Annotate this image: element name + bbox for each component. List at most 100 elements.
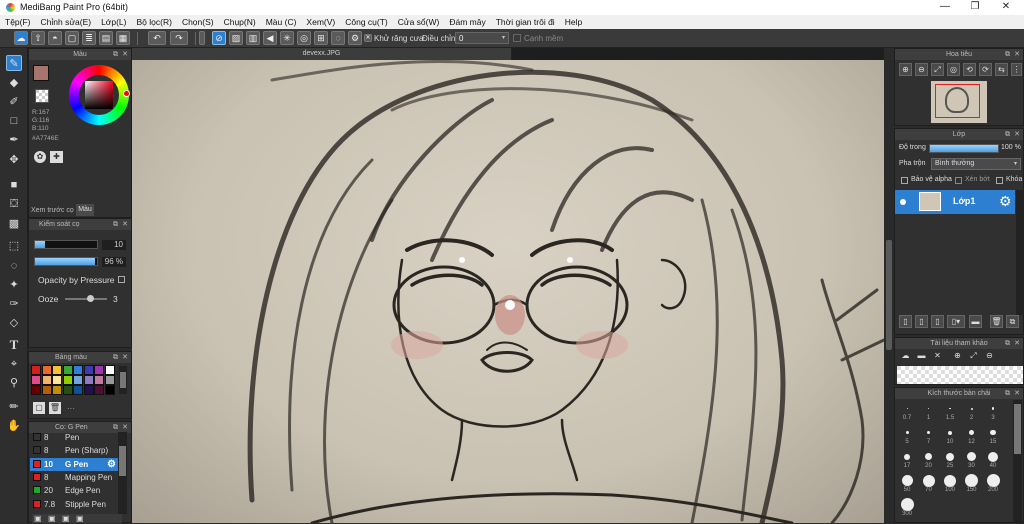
layer-scrollbar[interactable]	[1016, 190, 1024, 315]
brush-item[interactable]: 8 Mapping Pen	[30, 471, 118, 484]
close-icon[interactable]: ✕	[1014, 49, 1020, 60]
palette-more[interactable]: ···	[67, 404, 75, 413]
zoom-in-icon[interactable]: ⊕	[899, 63, 912, 76]
ooze-slider-knob[interactable]	[87, 295, 94, 302]
page-icon[interactable]: ▤	[99, 31, 113, 45]
brush-menu-icon[interactable]: ▣	[76, 514, 84, 523]
chat-icon[interactable]: ◓	[48, 31, 62, 45]
menu-tools[interactable]: Công cụ(T)	[340, 15, 393, 29]
palette-swatch[interactable]	[83, 375, 94, 385]
rect-icon[interactable]: □	[6, 113, 22, 129]
brush-size-value[interactable]: 10	[102, 240, 126, 250]
palette-swatch[interactable]	[83, 365, 94, 375]
layer-type-icon[interactable]: ▯▾	[947, 315, 965, 328]
duplicate-layer-icon[interactable]: ⧉	[1006, 315, 1019, 328]
menu-edit[interactable]: Chỉnh sửa(E)	[36, 15, 97, 29]
text-icon[interactable]: T	[6, 337, 22, 353]
brush-settings-icon[interactable]: ▣	[62, 514, 70, 523]
palette-swatch[interactable]	[83, 385, 94, 395]
brush-size-slider[interactable]	[34, 240, 98, 249]
color-mode-icon[interactable]: ✚	[50, 151, 63, 163]
brush-opacity-value[interactable]: 96 %	[102, 257, 126, 267]
palette-swatch[interactable]	[94, 385, 104, 395]
zoom-out-icon[interactable]: ⊖	[983, 350, 996, 363]
snap-radial-icon[interactable]: ✳	[280, 31, 294, 45]
upload-icon[interactable]: ⇧	[31, 31, 45, 45]
lasso-icon[interactable]: ◌	[6, 258, 22, 274]
bucket-icon[interactable]: ⛋	[6, 196, 22, 212]
blend-select[interactable]: Bình thường ▾	[931, 158, 1021, 170]
zoom-in-icon[interactable]: ⊕	[951, 350, 964, 363]
zoom-reset-icon[interactable]: ◎	[947, 63, 960, 76]
color-square[interactable]	[85, 81, 113, 109]
palette-swatch[interactable]	[52, 365, 62, 375]
hand-icon[interactable]: ✋	[6, 418, 22, 434]
menu-window[interactable]: Cửa sổ(W)	[393, 15, 445, 29]
brush-size-option[interactable]: 15	[983, 426, 1003, 448]
brush-item[interactable]: 8 Pen	[30, 431, 118, 444]
brush-size-option[interactable]: 12	[962, 426, 982, 448]
palette-swatch[interactable]	[73, 365, 83, 375]
dock-icon[interactable]: ⧉	[1005, 129, 1010, 140]
layer-opacity-slider[interactable]	[929, 144, 999, 153]
dock-icon[interactable]: ⧉	[1005, 388, 1010, 399]
brush-size-option[interactable]: 7	[919, 426, 939, 448]
close-icon[interactable]: ✕	[122, 49, 128, 60]
menu-file[interactable]: Tệp(F)	[0, 15, 36, 29]
visibility-icon[interactable]	[900, 199, 906, 205]
brush-size-option[interactable]: 50	[897, 474, 917, 496]
close-reference-icon[interactable]: ✕	[931, 350, 944, 363]
protect-alpha-checkbox[interactable]	[901, 177, 908, 184]
palette-swatch[interactable]	[104, 365, 115, 375]
palette-swatch[interactable]	[104, 385, 115, 395]
rotate-right-icon[interactable]: ⟳	[979, 63, 992, 76]
add-swatch-icon[interactable]: ▢	[33, 402, 45, 414]
brush-size-option[interactable]: 200	[983, 474, 1003, 496]
menu-capture[interactable]: Chụp(N)	[219, 15, 261, 29]
canvas[interactable]	[132, 60, 884, 523]
snap-curve-icon[interactable]: ⊞	[314, 31, 328, 45]
background-color[interactable]	[35, 89, 49, 103]
brush-size-option[interactable]: 25	[940, 450, 960, 472]
zoom-out-icon[interactable]: ⊖	[915, 63, 928, 76]
operation-icon[interactable]: ⌖	[6, 356, 22, 372]
brush-size-option[interactable]: 30	[962, 450, 982, 472]
fill-rect-icon[interactable]: ■	[6, 177, 22, 193]
handle-icon[interactable]	[199, 31, 205, 45]
cloud-download-icon[interactable]: ☁	[899, 350, 912, 363]
new-layer2-icon[interactable]: ▯	[915, 315, 928, 328]
layer-row[interactable]: Lớp1 ⚙	[895, 190, 1015, 214]
palette-swatch[interactable]	[62, 375, 73, 385]
brush-settings-icon[interactable]: ⚙	[107, 458, 116, 471]
gradient-icon[interactable]: ▩	[6, 216, 22, 232]
color-wheel[interactable]	[69, 65, 130, 125]
eyedropper2-icon[interactable]: ✏	[6, 399, 22, 415]
dock-icon[interactable]: ⧉	[1005, 49, 1010, 60]
brush-item[interactable]: 8 Pen (Sharp)	[30, 444, 118, 457]
brush-item[interactable]: 7.8 Stipple Pen	[30, 498, 118, 511]
brush-size-option[interactable]: 5	[897, 426, 917, 448]
minimize-button[interactable]: —	[930, 0, 960, 15]
brush-size-option[interactable]: 300	[897, 498, 917, 520]
palette-swatch[interactable]	[52, 385, 62, 395]
canvas-scrollbar[interactable]	[884, 60, 894, 523]
select-pen-icon[interactable]: ✑	[6, 296, 22, 312]
snap-parallel-icon[interactable]: ▨	[229, 31, 243, 45]
palette-swatch[interactable]	[62, 365, 73, 375]
navigator-menu-icon[interactable]: ⋮	[1011, 63, 1022, 76]
brush-size-option[interactable]: 0.7	[897, 402, 917, 424]
tab-brush-preview[interactable]: Xem trước cọ	[31, 207, 74, 214]
brush-size-option[interactable]: 20	[919, 450, 939, 472]
dock-icon[interactable]: ⧉	[113, 49, 118, 60]
close-icon[interactable]: ✕	[1014, 129, 1020, 140]
eyedropper-icon[interactable]: ⚲	[6, 375, 22, 391]
delete-brush-icon[interactable]: ▣	[48, 514, 56, 523]
brush-size-option[interactable]: 100	[940, 474, 960, 496]
palette-swatch[interactable]	[31, 365, 41, 375]
sharp-checkbox[interactable]	[513, 34, 521, 42]
menu-color[interactable]: Màu (C)	[261, 15, 302, 29]
ooze-slider[interactable]	[65, 295, 107, 302]
clipping-checkbox[interactable]	[955, 177, 962, 184]
add-brush-icon[interactable]: ▣	[34, 514, 42, 523]
menu-select[interactable]: Chọn(S)	[177, 15, 219, 29]
